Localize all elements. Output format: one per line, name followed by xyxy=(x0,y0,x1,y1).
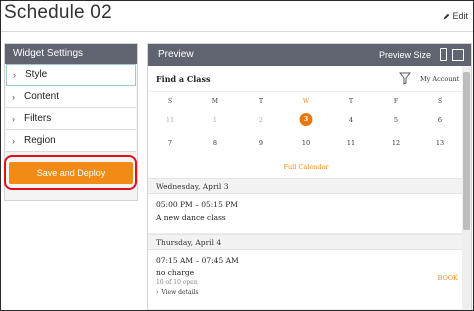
day-section-thu: Thursday, April 4 07:15 AM – 07:45 AM no… xyxy=(148,234,464,310)
calendar-day[interactable]: 12 xyxy=(386,139,406,147)
calendar-dow-label: S xyxy=(167,98,173,105)
settings-item-label: Region xyxy=(24,134,56,146)
chevron-right-icon: › xyxy=(12,113,15,124)
calendar-day[interactable]: 11 xyxy=(160,116,180,124)
settings-item-region[interactable]: › Region xyxy=(6,130,136,152)
find-class-bar: Find a Class My Account xyxy=(148,66,464,92)
calendar-week-row: 7 8 9 10 11 12 13 xyxy=(148,139,464,153)
calendar-dow-label: W xyxy=(302,98,310,105)
phone-size-icon[interactable] xyxy=(440,48,447,61)
session-spots: 10 of 10 open xyxy=(156,279,198,286)
session-name: no charge xyxy=(156,268,195,277)
save-and-deploy-button[interactable]: Save and Deploy xyxy=(9,162,133,184)
calendar-day-selected[interactable]: 3 xyxy=(299,113,313,126)
book-button[interactable]: BOOK xyxy=(438,274,458,282)
settings-item-filters[interactable]: › Filters xyxy=(6,108,136,130)
calendar-dow-label: S xyxy=(437,98,443,105)
find-class-title: Find a Class xyxy=(156,74,211,84)
chevron-right-icon: › xyxy=(12,135,15,146)
settings-item-style[interactable]: › Style xyxy=(6,64,136,86)
session-name: A new dance class xyxy=(156,213,226,222)
calendar-day[interactable]: 6 xyxy=(430,116,450,124)
widget-settings-header: Widget Settings xyxy=(5,44,137,64)
calendar-day[interactable]: 1 xyxy=(205,116,225,124)
calendar-day[interactable]: 13 xyxy=(430,139,450,147)
my-account-link[interactable]: My Account xyxy=(420,75,459,83)
session-item[interactable]: 05:00 PM – 05:15 PM A new dance class xyxy=(148,194,464,234)
calendar-dow-label: F xyxy=(393,98,399,105)
view-details-label: View details xyxy=(161,289,199,296)
calendar-day[interactable]: 8 xyxy=(205,139,225,147)
day-header: Thursday, April 4 xyxy=(148,234,464,250)
calendar-day[interactable]: 9 xyxy=(251,139,271,147)
preview-content: Find a Class My Account Full Calendar S M… xyxy=(148,66,464,310)
calendar-day[interactable]: 2 xyxy=(251,116,271,124)
edit-label: Edit xyxy=(452,11,468,21)
scrollbar-thumb[interactable] xyxy=(463,72,470,230)
calendar-day[interactable]: 5 xyxy=(386,116,406,124)
calendar-dow-row: SMTWTFS xyxy=(148,98,464,112)
calendar-day[interactable]: 10 xyxy=(296,139,316,147)
page-title: Schedule 02 xyxy=(4,2,112,23)
calendar-day[interactable]: 4 xyxy=(341,116,361,124)
calendar-dow-label: T xyxy=(258,98,263,105)
full-calendar-link[interactable]: Full Calendar xyxy=(148,163,464,171)
settings-item-label: Content xyxy=(24,90,60,102)
settings-item-label: Filters xyxy=(24,112,52,124)
mini-calendar: Full Calendar S M T W T F S 11 1 2 3 4 5 6 7 8 9 10 11 12 13 xyxy=(148,92,464,178)
session-item[interactable]: 07:15 AM – 07:45 AM no charge 10 of 10 o… xyxy=(148,250,464,310)
calendar-day[interactable]: 7 xyxy=(160,139,180,147)
calendar-dow-label: M xyxy=(211,98,219,105)
calendar-dow-label: T xyxy=(348,98,353,105)
chevron-right-icon: › xyxy=(13,70,16,80)
chevron-right-icon: › xyxy=(12,91,15,102)
filter-icon[interactable] xyxy=(399,72,411,85)
calendar-day[interactable]: 11 xyxy=(341,139,361,147)
desktop-size-icon[interactable] xyxy=(452,49,464,61)
preview-size-label: Preview Size xyxy=(378,50,431,60)
session-time: 07:15 AM – 07:45 AM xyxy=(156,256,239,265)
preview-panel: Preview Preview Size Find a Class My Acc… xyxy=(147,43,472,310)
settings-item-label: Style xyxy=(25,69,48,80)
pencil-icon xyxy=(444,13,450,19)
edit-link[interactable]: Edit xyxy=(443,11,468,21)
settings-item-content[interactable]: › Content xyxy=(6,86,136,108)
header-divider xyxy=(1,31,473,32)
view-details-link[interactable]: › View details xyxy=(156,289,464,296)
calendar-week-row: 11 1 2 3 4 5 6 xyxy=(148,113,464,130)
preview-title: Preview xyxy=(158,49,194,60)
day-section-wed: Wednesday, April 3 05:00 PM – 05:15 PM A… xyxy=(148,178,464,234)
preview-header: Preview Preview Size xyxy=(148,44,471,66)
chevron-right-icon: › xyxy=(156,289,159,296)
session-time: 05:00 PM – 05:15 PM xyxy=(156,200,238,209)
app-frame: Schedule 02 Edit Widget Settings › Style… xyxy=(0,0,474,311)
day-header: Wednesday, April 3 xyxy=(148,178,464,194)
